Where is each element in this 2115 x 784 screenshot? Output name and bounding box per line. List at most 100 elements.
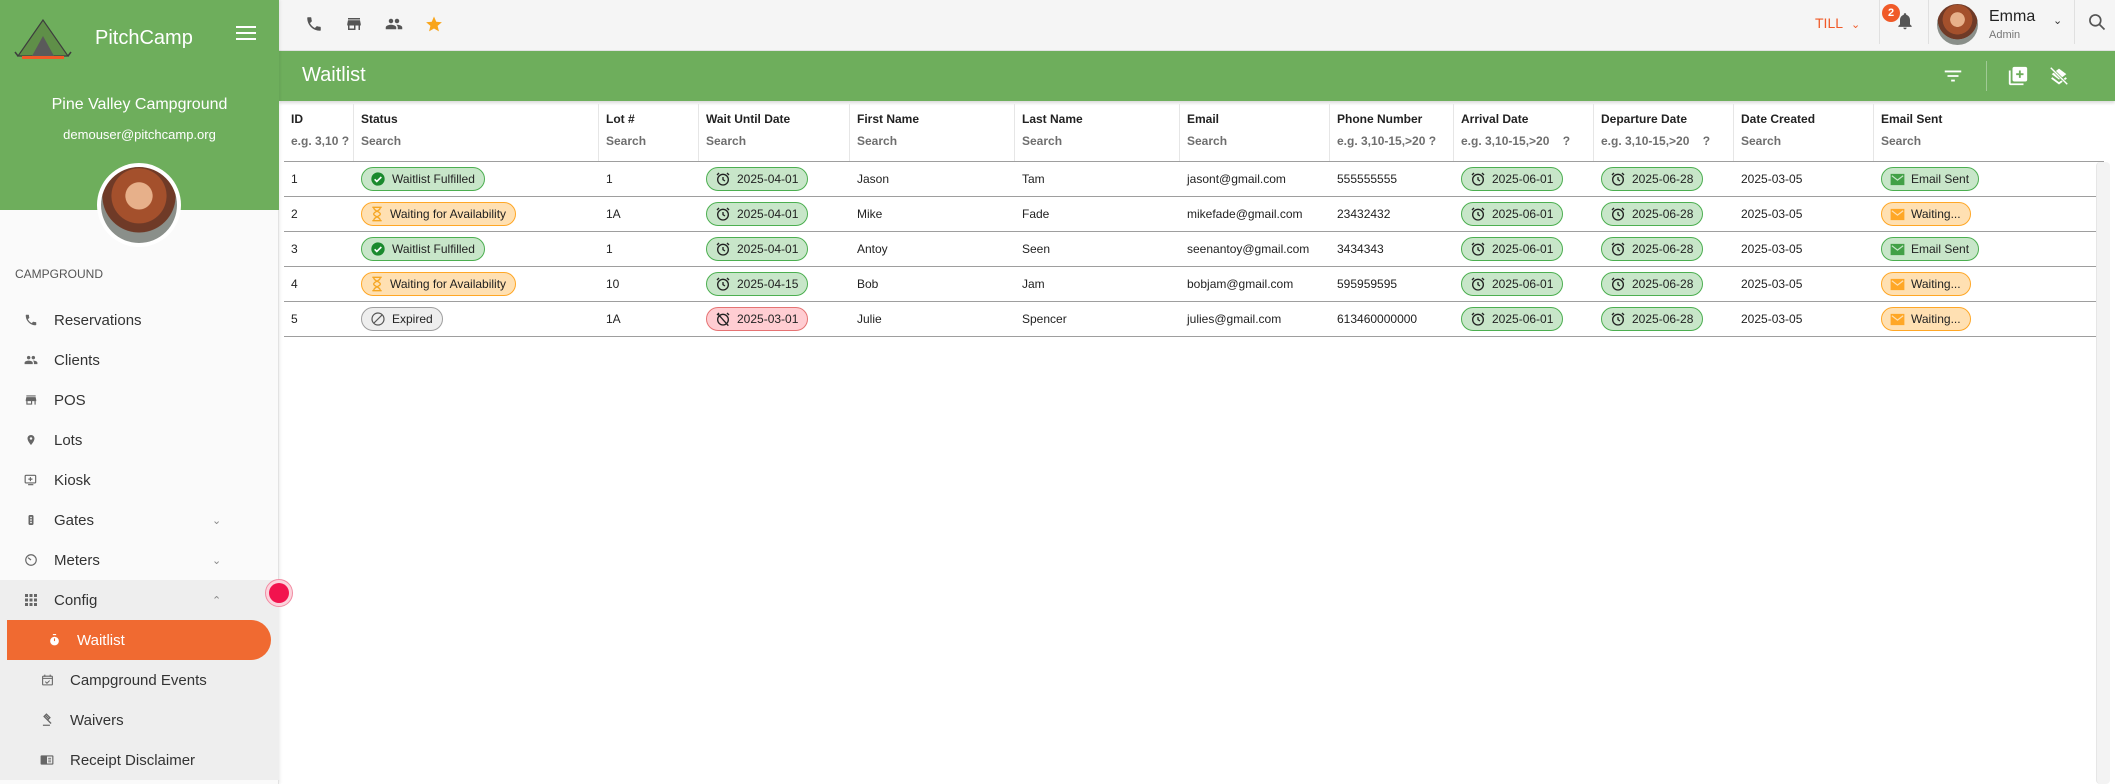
- add-record-icon[interactable]: [2007, 65, 2029, 87]
- column-title[interactable]: Wait Until Date: [706, 112, 849, 134]
- record-indicator[interactable]: [265, 579, 293, 607]
- sidebar-item-lots[interactable]: Lots: [0, 420, 279, 460]
- table-row[interactable]: 3 Waitlist Fulfilled 1 2025-04-01 Antoy Seen s…: [284, 232, 2104, 267]
- chevron-down-icon[interactable]: ⌄: [2053, 14, 2062, 27]
- pill-label: Waitlist Fulfilled: [392, 242, 475, 256]
- lot-number: 1: [606, 242, 613, 256]
- till-label: TILL: [1815, 15, 1844, 31]
- column-header-departure[interactable]: Departure Date: [1594, 104, 1734, 161]
- cell-status: Expired: [354, 307, 599, 331]
- user-name[interactable]: Emma: [1989, 8, 2035, 26]
- column-header-created[interactable]: Date Created: [1734, 104, 1874, 161]
- column-header-email-sent[interactable]: Email Sent: [1874, 104, 2104, 161]
- till-dropdown[interactable]: TILL ⌄: [1815, 15, 1860, 31]
- column-header-last-name[interactable]: Last Name: [1015, 104, 1180, 161]
- column-header-phone[interactable]: Phone Number: [1330, 104, 1454, 161]
- chevron-down-icon[interactable]: ⌄: [212, 554, 221, 567]
- sidebar-item-meters[interactable]: Meters ⌄: [0, 540, 279, 580]
- alarm-clock-icon: [1471, 277, 1485, 291]
- column-filter-input[interactable]: [606, 134, 698, 148]
- sidebar-item-waivers[interactable]: Waivers: [0, 700, 279, 740]
- cell-created: 2025-03-05: [1734, 277, 1874, 291]
- star-icon[interactable]: [425, 12, 443, 36]
- chevron-down-icon[interactable]: ⌄: [212, 514, 221, 527]
- column-header-arrival[interactable]: Arrival Date: [1454, 104, 1594, 161]
- column-title[interactable]: Lot #: [606, 112, 698, 134]
- cell-id: 2: [284, 207, 354, 221]
- sidebar-item-pos[interactable]: POS: [0, 380, 279, 420]
- column-filter-input[interactable]: [1881, 134, 2104, 148]
- column-title[interactable]: Phone Number: [1337, 112, 1453, 134]
- profile-avatar[interactable]: [97, 163, 181, 247]
- config-group: Config ⌃ Waitlist Campground Events Waiv…: [0, 580, 279, 780]
- table-body: 1 Waitlist Fulfilled 1 2025-04-01 Jason Tam ja…: [284, 162, 2104, 337]
- sidebar-item-kiosk[interactable]: Kiosk: [0, 460, 279, 500]
- sidebar-item-gates[interactable]: Gates ⌄: [0, 500, 279, 540]
- pill-label: 2025-06-01: [1492, 277, 1554, 291]
- column-title[interactable]: Arrival Date: [1461, 112, 1593, 134]
- filter-icon[interactable]: [1942, 65, 1964, 87]
- column-filter-input[interactable]: [1022, 134, 1179, 148]
- sidebar-item-receipt-disclaimer[interactable]: Receipt Disclaimer: [0, 740, 279, 780]
- phone-icon[interactable]: [305, 12, 323, 36]
- sidebar-item-clients[interactable]: Clients: [0, 340, 279, 380]
- menu-toggle-icon[interactable]: [236, 26, 256, 42]
- column-filter-input[interactable]: [1601, 134, 1733, 148]
- column-title[interactable]: Status: [361, 112, 598, 134]
- column-header-first-name[interactable]: First Name: [850, 104, 1015, 161]
- meter-icon: [24, 553, 38, 567]
- status-badge: Waitlist Fulfilled: [361, 167, 485, 191]
- cell-arrival: 2025-06-01: [1454, 202, 1594, 226]
- pill-label: 2025-06-01: [1492, 172, 1554, 186]
- column-title[interactable]: Date Created: [1741, 112, 1873, 134]
- sidebar-item-campground-events[interactable]: Campground Events: [0, 660, 279, 700]
- table-row[interactable]: 4 Waiting for Availability 10 2025-04-15 Bob…: [284, 267, 2104, 302]
- arrival-date-badge: 2025-06-01: [1461, 272, 1564, 296]
- column-header-wait-until[interactable]: Wait Until Date: [699, 104, 850, 161]
- column-title[interactable]: Email: [1187, 112, 1329, 134]
- table-row[interactable]: 5 Expired 1A 2025-03-01 Julie Spencer julies@g…: [284, 302, 2104, 337]
- column-filter-input[interactable]: [291, 134, 353, 148]
- column-filter-input[interactable]: [1187, 134, 1329, 148]
- column-filter-input[interactable]: [1461, 134, 1593, 148]
- column-header-lot[interactable]: Lot #: [599, 104, 699, 161]
- sidebar-item-reservations[interactable]: Reservations: [0, 300, 279, 340]
- column-filter-input[interactable]: [1337, 134, 1453, 148]
- cell-arrival: 2025-06-01: [1454, 237, 1594, 261]
- column-title[interactable]: First Name: [857, 112, 1014, 134]
- search-icon[interactable]: [2087, 12, 2107, 32]
- email-sent-badge: Waiting...: [1881, 307, 1971, 331]
- sidebar-item-waitlist[interactable]: Waitlist: [7, 620, 271, 660]
- alarm-clock-icon: [1611, 172, 1625, 186]
- cell-phone: 23432432: [1330, 207, 1454, 221]
- cell-arrival: 2025-06-01: [1454, 307, 1594, 331]
- column-title[interactable]: ID: [291, 112, 353, 134]
- column-header-status[interactable]: Status: [354, 104, 599, 161]
- column-title[interactable]: Last Name: [1022, 112, 1179, 134]
- column-filter-input[interactable]: [706, 134, 849, 148]
- column-filter-input[interactable]: [361, 134, 598, 148]
- column-filter-input[interactable]: [1741, 134, 1873, 148]
- cell-first-name: Jason: [850, 172, 1015, 186]
- people-icon[interactable]: [385, 12, 403, 36]
- column-header-id[interactable]: ID: [284, 104, 354, 161]
- user-avatar[interactable]: [1937, 4, 1978, 45]
- store-icon[interactable]: [345, 12, 363, 36]
- column-title[interactable]: Email Sent: [1881, 112, 2104, 134]
- column-header-email[interactable]: Email: [1180, 104, 1330, 161]
- vertical-scrollbar[interactable]: [2096, 162, 2110, 784]
- clear-layers-icon[interactable]: [2048, 65, 2070, 87]
- cell-id: 5: [284, 312, 354, 326]
- pill-label: 2025-06-01: [1492, 242, 1554, 256]
- column-filter-input[interactable]: [857, 134, 1014, 148]
- table-row[interactable]: 2 Waiting for Availability 1A 2025-04-01 Mik…: [284, 197, 2104, 232]
- blocked-icon: [371, 312, 385, 326]
- pill-label: Waitlist Fulfilled: [392, 172, 475, 186]
- table-row[interactable]: 1 Waitlist Fulfilled 1 2025-04-01 Jason Tam ja…: [284, 162, 2104, 197]
- sidebar-item-label: Gates: [54, 511, 95, 529]
- column-title[interactable]: Departure Date: [1601, 112, 1733, 134]
- chevron-down-icon: ⌄: [1851, 19, 1861, 31]
- chevron-up-icon[interactable]: ⌃: [212, 594, 221, 607]
- sidebar-item-config[interactable]: Config ⌃: [0, 580, 279, 620]
- pill-label: Waiting for Availability: [390, 207, 507, 221]
